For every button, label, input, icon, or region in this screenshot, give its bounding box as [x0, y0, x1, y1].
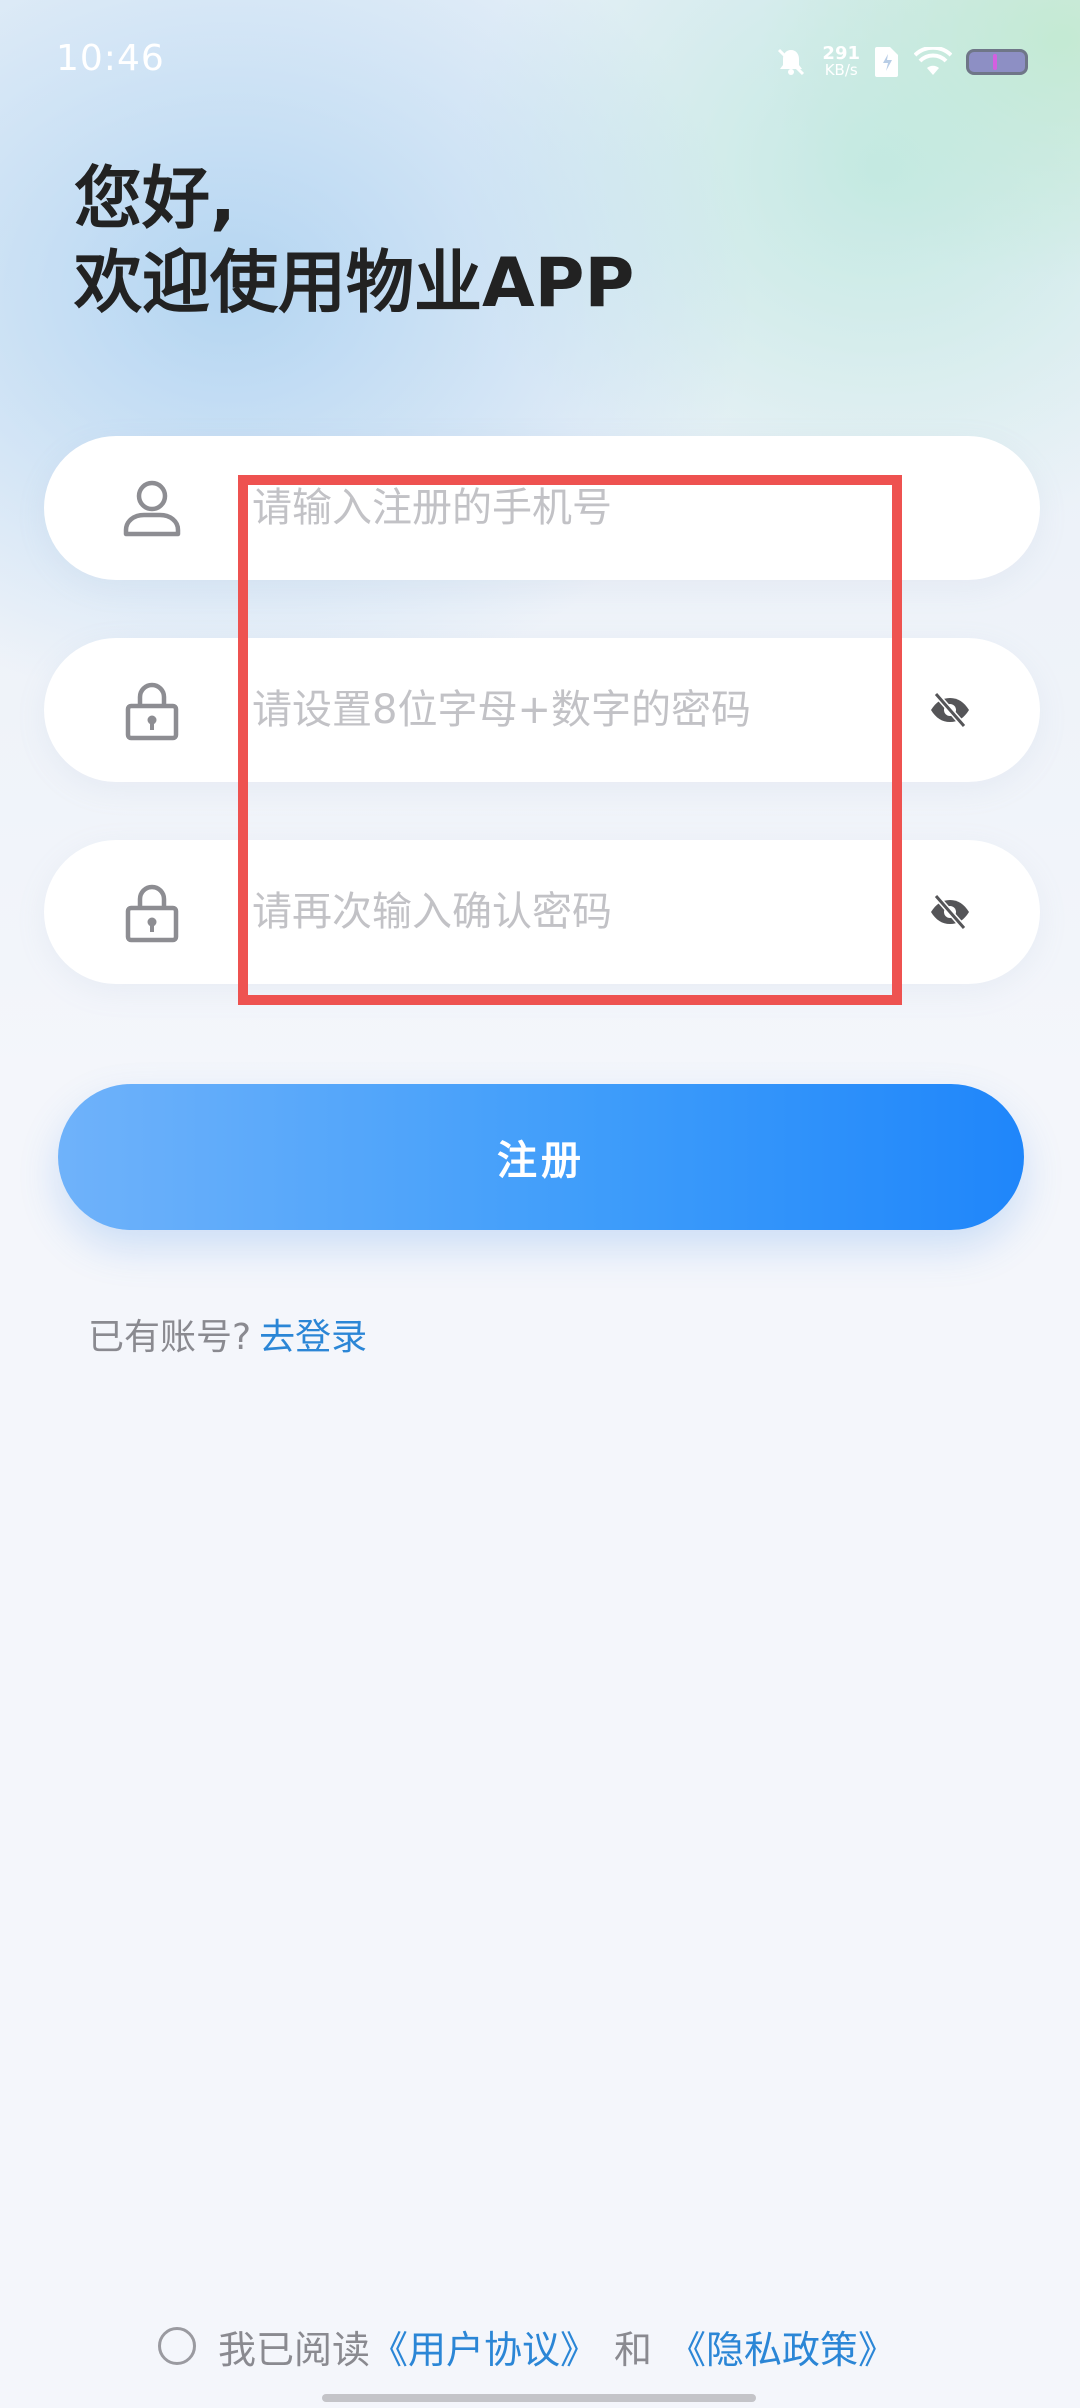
eye-hidden-icon[interactable]: [928, 890, 972, 934]
highlight-box: [238, 475, 902, 1005]
mute-icon: [774, 45, 808, 79]
eye-hidden-icon[interactable]: [928, 688, 972, 732]
login-prompt: 已有账号? 去登录: [88, 1308, 367, 1360]
network-speed: 291 KB/s: [822, 43, 860, 79]
network-speed-value: 291: [822, 43, 860, 64]
login-prompt-text: 已有账号?: [88, 1317, 252, 1358]
lock-icon: [120, 880, 184, 944]
agreement: 我已阅读 《用户协议》 和 《隐私政策》: [158, 2318, 896, 2374]
user-icon: [120, 476, 184, 540]
home-indicator[interactable]: [322, 2394, 756, 2402]
greeting: 您好, 欢迎使用物业APP: [74, 158, 634, 326]
lock-icon: [120, 678, 184, 742]
user-agreement-link[interactable]: 《用户协议》: [370, 2319, 598, 2374]
network-speed-unit: KB/s: [824, 61, 858, 79]
agreement-prefix: 我已阅读: [218, 2327, 371, 2372]
agreement-checkbox[interactable]: [158, 2327, 196, 2365]
greeting-line1: 您好,: [74, 160, 236, 239]
register-button[interactable]: 注册: [58, 1084, 1024, 1230]
sim-icon: [874, 46, 900, 78]
status-bar: 10:46 291 KB/s: [0, 0, 1080, 120]
greeting-line2: 欢迎使用物业APP: [74, 244, 635, 323]
status-time: 10:46: [56, 38, 165, 79]
wifi-icon: [914, 47, 952, 77]
battery-icon: [966, 49, 1028, 75]
privacy-policy-link[interactable]: 《隐私政策》: [668, 2319, 896, 2374]
status-icons: 291 KB/s: [774, 40, 1028, 84]
agreement-and: 和: [614, 2327, 653, 2372]
go-login-link[interactable]: 去登录: [259, 1308, 367, 1360]
